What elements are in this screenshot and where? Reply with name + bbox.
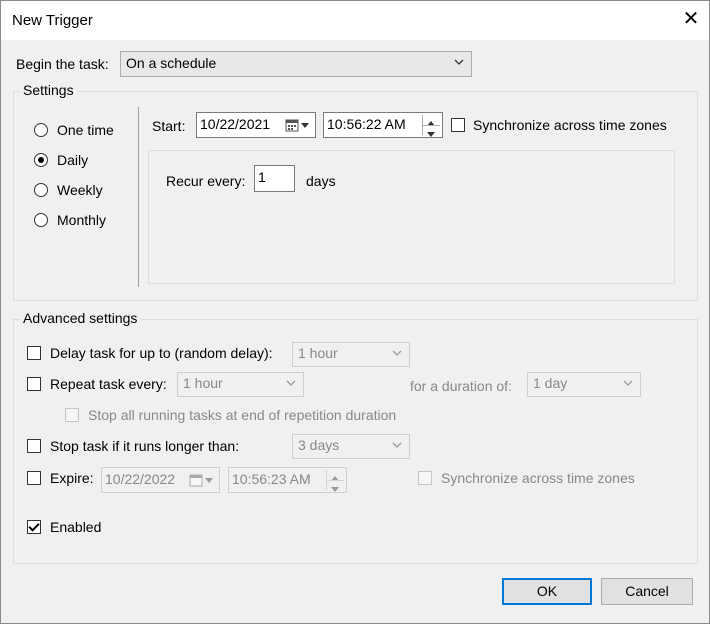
radio-button[interactable]: [34, 213, 48, 227]
expire-sync-label: Synchronize across time zones: [441, 470, 635, 486]
radio-one-time[interactable]: One time: [34, 121, 154, 141]
recur-panel: [148, 150, 675, 284]
calendar-icon[interactable]: [189, 474, 215, 488]
radio-weekly[interactable]: Weekly: [34, 181, 154, 201]
radio-button[interactable]: [34, 183, 48, 197]
stop-task-longer-checkbox[interactable]: [27, 439, 41, 453]
title-bar: [0, 0, 710, 40]
start-time-value: 10:56:22 AM: [327, 116, 406, 132]
start-time-field[interactable]: 10:56:22 AM: [323, 112, 443, 138]
settings-divider: [138, 107, 139, 287]
radio-label: Daily: [57, 152, 89, 168]
repeat-task-checkbox[interactable]: [27, 377, 41, 391]
radio-button[interactable]: [34, 123, 48, 137]
stop-task-longer-label: Stop task if it runs longer than:: [50, 438, 240, 454]
settings-legend: Settings: [20, 82, 77, 98]
stop-running-tasks-checkbox[interactable]: [65, 408, 79, 422]
repeat-select[interactable]: 1 hour: [177, 372, 304, 397]
sync-time-zones-label: Synchronize across time zones: [473, 117, 667, 133]
stop-task-longer-select[interactable]: 3 days: [292, 434, 410, 459]
radio-label: One time: [57, 122, 114, 138]
time-spinner[interactable]: [326, 470, 344, 492]
expire-sync-checkbox[interactable]: [418, 471, 432, 485]
duration-select[interactable]: 1 day: [527, 372, 641, 397]
begin-task-label: Begin the task:: [16, 56, 109, 72]
close-icon[interactable]: ✕: [680, 8, 702, 30]
spin-down-icon[interactable]: [327, 480, 344, 492]
begin-task-value: On a schedule: [126, 55, 217, 71]
recur-unit-label: days: [306, 173, 336, 189]
recur-every-value: 1: [258, 169, 266, 185]
recur-every-label: Recur every:: [166, 173, 246, 189]
enabled-label: Enabled: [50, 519, 102, 535]
duration-label: for a duration of:: [410, 378, 512, 394]
start-label: Start:: [152, 118, 186, 134]
enabled-checkbox[interactable]: [27, 520, 41, 534]
delay-value: 1 hour: [298, 345, 338, 361]
chevron-down-icon: [392, 442, 402, 448]
repeat-value: 1 hour: [183, 375, 223, 391]
start-date-value: 10/22/2021: [200, 116, 271, 132]
duration-value: 1 day: [533, 375, 568, 391]
recur-every-input[interactable]: 1: [254, 165, 295, 192]
expire-label: Expire:: [50, 470, 94, 486]
begin-task-select[interactable]: On a schedule: [120, 51, 472, 77]
delay-task-checkbox[interactable]: [27, 346, 41, 360]
radio-daily[interactable]: Daily: [34, 151, 154, 171]
spin-up-icon[interactable]: [327, 470, 344, 481]
stop-running-tasks-label: Stop all running tasks at end of repetit…: [88, 407, 397, 423]
expire-date-value: 10/22/2022: [105, 471, 176, 487]
radio-monthly[interactable]: Monthly: [34, 211, 154, 231]
calendar-icon[interactable]: [285, 119, 311, 133]
sync-time-zones-checkbox[interactable]: [451, 118, 465, 132]
window-title: New Trigger: [12, 12, 93, 29]
repeat-task-label: Repeat task every:: [50, 376, 167, 392]
expire-time-field[interactable]: 10:56:23 AM: [228, 467, 347, 493]
ok-button[interactable]: OK: [502, 578, 592, 605]
delay-task-label: Delay task for up to (random delay):: [50, 345, 273, 361]
start-date-picker[interactable]: 10/22/2021: [196, 112, 316, 138]
chevron-down-icon: [392, 350, 402, 356]
chevron-down-icon: [454, 59, 464, 65]
radio-button[interactable]: [34, 153, 48, 167]
expire-checkbox[interactable]: [27, 471, 41, 485]
delay-select[interactable]: 1 hour: [292, 342, 410, 367]
radio-label: Monthly: [57, 212, 107, 228]
chevron-down-icon: [286, 380, 296, 386]
expire-time-value: 10:56:23 AM: [232, 471, 311, 487]
radio-label: Weekly: [57, 182, 103, 198]
stop-task-longer-value: 3 days: [298, 437, 340, 453]
time-spinner[interactable]: [422, 115, 440, 137]
expire-date-picker[interactable]: 10/22/2022: [101, 467, 220, 493]
cancel-button[interactable]: Cancel: [601, 578, 693, 605]
advanced-settings-legend: Advanced settings: [20, 310, 141, 326]
spin-up-icon[interactable]: [423, 115, 440, 126]
spin-down-icon[interactable]: [423, 125, 440, 137]
chevron-down-icon: [623, 380, 633, 386]
